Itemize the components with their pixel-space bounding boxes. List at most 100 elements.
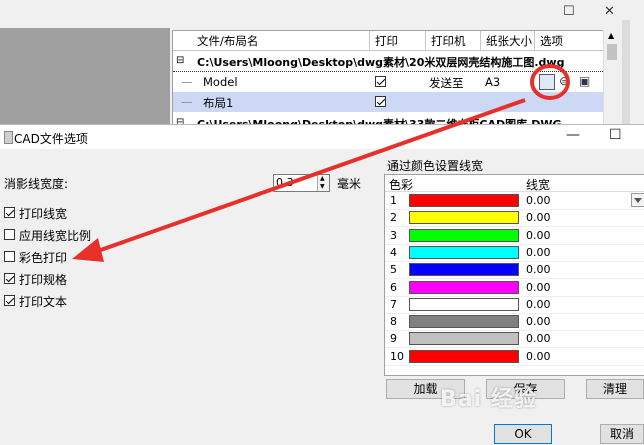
lineweight-value[interactable]: 0.00 — [526, 332, 551, 345]
lineweight-value[interactable]: 0.00 — [526, 194, 551, 207]
color-index: 7 — [390, 297, 397, 311]
color-index: 5 — [390, 263, 397, 277]
paper-cell[interactable]: A3 — [485, 75, 500, 89]
color-swatch[interactable] — [409, 194, 519, 207]
scroll-thumb[interactable] — [607, 44, 617, 60]
table-row[interactable]: — Model 发送至 A3 ⊜ ▣ — [173, 71, 603, 93]
table-header: 文件/布局名 打印 打印机 纸张大小 选项 — [173, 31, 603, 51]
column-header-printer[interactable]: 打印机 — [431, 33, 466, 49]
lineweight-value[interactable]: 0.00 — [526, 246, 551, 259]
column-header-lineweight[interactable]: 线宽 — [526, 176, 550, 193]
checkbox-box[interactable] — [4, 229, 15, 240]
color-index: 6 — [390, 280, 397, 294]
table-row[interactable]: ⊟ C:\Users\Mloong\Desktop\dwg素材\20米双层网壳结… — [173, 51, 603, 71]
checkbox-label[interactable]: 彩色打印 — [19, 249, 67, 266]
checkbox-box[interactable] — [4, 273, 15, 284]
color-swatch[interactable] — [409, 332, 519, 346]
layout-name: Model — [203, 75, 238, 89]
color-row[interactable]: 7 0.00 — [385, 296, 644, 314]
spin-up-icon[interactable]: ▲ — [320, 176, 325, 182]
file-layout-table: 文件/布局名 打印 打印机 纸张大小 选项 ⊟ C:\Users\Mloong\… — [172, 30, 604, 127]
clear-button[interactable]: 清理 — [586, 379, 644, 399]
color-swatch[interactable] — [409, 349, 519, 363]
column-header-print[interactable]: 打印 — [375, 33, 398, 49]
background-left-panel — [0, 28, 170, 125]
printer-cell[interactable]: 发送至 — [429, 75, 464, 91]
color-lineweight-table: 色彩 线宽 1 0.00 2 0.00 3 0.00 4 0.00 5 0.00 6 0.00 7 0.0… — [384, 174, 644, 376]
lineweight-value[interactable]: 0.00 — [526, 350, 551, 363]
checkbox-box[interactable] — [4, 207, 15, 218]
scroll-up-icon[interactable]: ▲ — [608, 31, 614, 40]
color-swatch[interactable] — [409, 280, 519, 294]
color-row[interactable]: 9 0.00 — [385, 330, 644, 349]
background-window: ☐ ✕ 文件/布局名 打印 打印机 纸张大小 选项 ⊟ C:\Users\Mlo… — [0, 0, 644, 127]
maximize-icon[interactable]: ☐ — [609, 127, 622, 143]
color-index: 4 — [390, 245, 397, 259]
settings-icon[interactable] — [539, 74, 555, 90]
spin-down-icon[interactable]: ▼ — [320, 184, 325, 190]
color-row[interactable]: 6 0.00 — [385, 279, 644, 297]
line-width-stepper[interactable]: ▲ ▼ — [273, 174, 330, 192]
color-swatch[interactable] — [409, 297, 519, 311]
checkbox-label[interactable]: 打印规格 — [19, 271, 67, 288]
lineweight-value[interactable]: 0.00 — [526, 281, 551, 294]
cad-file-options-dialog: CAD文件选项 — ☐ 消影线宽度: ▲ ▼ 毫米 打印线宽 应用线宽比例 彩色… — [0, 124, 644, 445]
lineweight-value[interactable]: 0.00 — [526, 211, 551, 224]
unit-label: 毫米 — [337, 177, 362, 191]
column-header-name[interactable]: 文件/布局名 — [197, 33, 258, 49]
file-path: C:\Users\Mloong\Desktop\dwg素材\20米双层网壳结构施… — [197, 56, 565, 69]
print-checkbox[interactable] — [375, 76, 386, 87]
color-row[interactable]: 4 0.00 — [385, 244, 644, 262]
checkbox-label[interactable]: 打印文本 — [19, 293, 67, 310]
color-row[interactable]: 2 0.00 — [385, 209, 644, 228]
lineweight-dropdown-icon[interactable] — [631, 193, 644, 207]
color-group-label: 通过颜色设置线宽 — [387, 159, 484, 173]
color-swatch[interactable] — [409, 211, 519, 225]
color-row[interactable]: 5 0.00 — [385, 261, 644, 280]
color-row[interactable]: 8 0.00 — [385, 313, 644, 332]
print-checkbox[interactable] — [375, 96, 386, 107]
page-icon[interactable]: ▣ — [579, 74, 590, 88]
table-scrollbar[interactable]: ▲ — [603, 30, 621, 125]
layout-name: 布局1 — [203, 96, 234, 110]
checkbox-label[interactable]: 打印线宽 — [19, 205, 67, 222]
cancel-button[interactable]: 取消 — [600, 424, 644, 444]
app-icon — [4, 131, 13, 144]
column-header-color[interactable]: 色彩 — [389, 176, 413, 193]
lineweight-value[interactable]: 0.00 — [526, 229, 551, 242]
collapse-icon[interactable]: ⊟ — [176, 55, 184, 66]
minimize-icon[interactable]: — — [566, 127, 580, 143]
color-row[interactable]: 10 0.00 — [385, 348, 644, 366]
layers-icon[interactable]: ⊜ — [559, 74, 569, 88]
color-index: 8 — [390, 315, 397, 329]
dialog-titlebar[interactable]: CAD文件选项 — ☐ — [0, 125, 644, 149]
checkbox-box[interactable] — [4, 251, 15, 262]
color-row[interactable]: 3 0.00 — [385, 227, 644, 245]
color-index: 1 — [390, 194, 397, 207]
column-header-paper[interactable]: 纸张大小 — [486, 33, 532, 49]
column-header-options[interactable]: 选项 — [540, 33, 563, 49]
color-swatch[interactable] — [409, 263, 519, 277]
lineweight-value[interactable]: 0.00 — [526, 263, 551, 276]
color-index: 2 — [390, 211, 397, 225]
color-swatch[interactable] — [409, 245, 519, 259]
checkbox-box[interactable] — [4, 295, 15, 306]
checkbox-label[interactable]: 应用线宽比例 — [19, 227, 91, 244]
table-header: 色彩 线宽 — [385, 175, 644, 192]
line-width-label: 消影线宽度: — [4, 177, 69, 191]
ok-button[interactable]: OK — [494, 424, 552, 444]
color-row[interactable]: 1 0.00 — [385, 192, 644, 210]
color-index: 3 — [390, 228, 397, 242]
dialog-title: CAD文件选项 — [14, 132, 88, 146]
color-swatch[interactable] — [409, 315, 519, 329]
color-index: 10 — [390, 349, 404, 363]
close-icon[interactable]: ✕ — [604, 4, 615, 19]
lineweight-value[interactable]: 0.00 — [526, 298, 551, 311]
line-width-input[interactable] — [276, 176, 312, 189]
maximize-icon[interactable]: ☐ — [563, 4, 575, 19]
color-swatch[interactable] — [409, 228, 519, 242]
lineweight-value[interactable]: 0.00 — [526, 315, 551, 328]
watermark-logo: Bai 经验 — [440, 387, 537, 412]
table-row[interactable]: — 布局1 — [173, 92, 603, 112]
color-index: 9 — [390, 332, 397, 346]
